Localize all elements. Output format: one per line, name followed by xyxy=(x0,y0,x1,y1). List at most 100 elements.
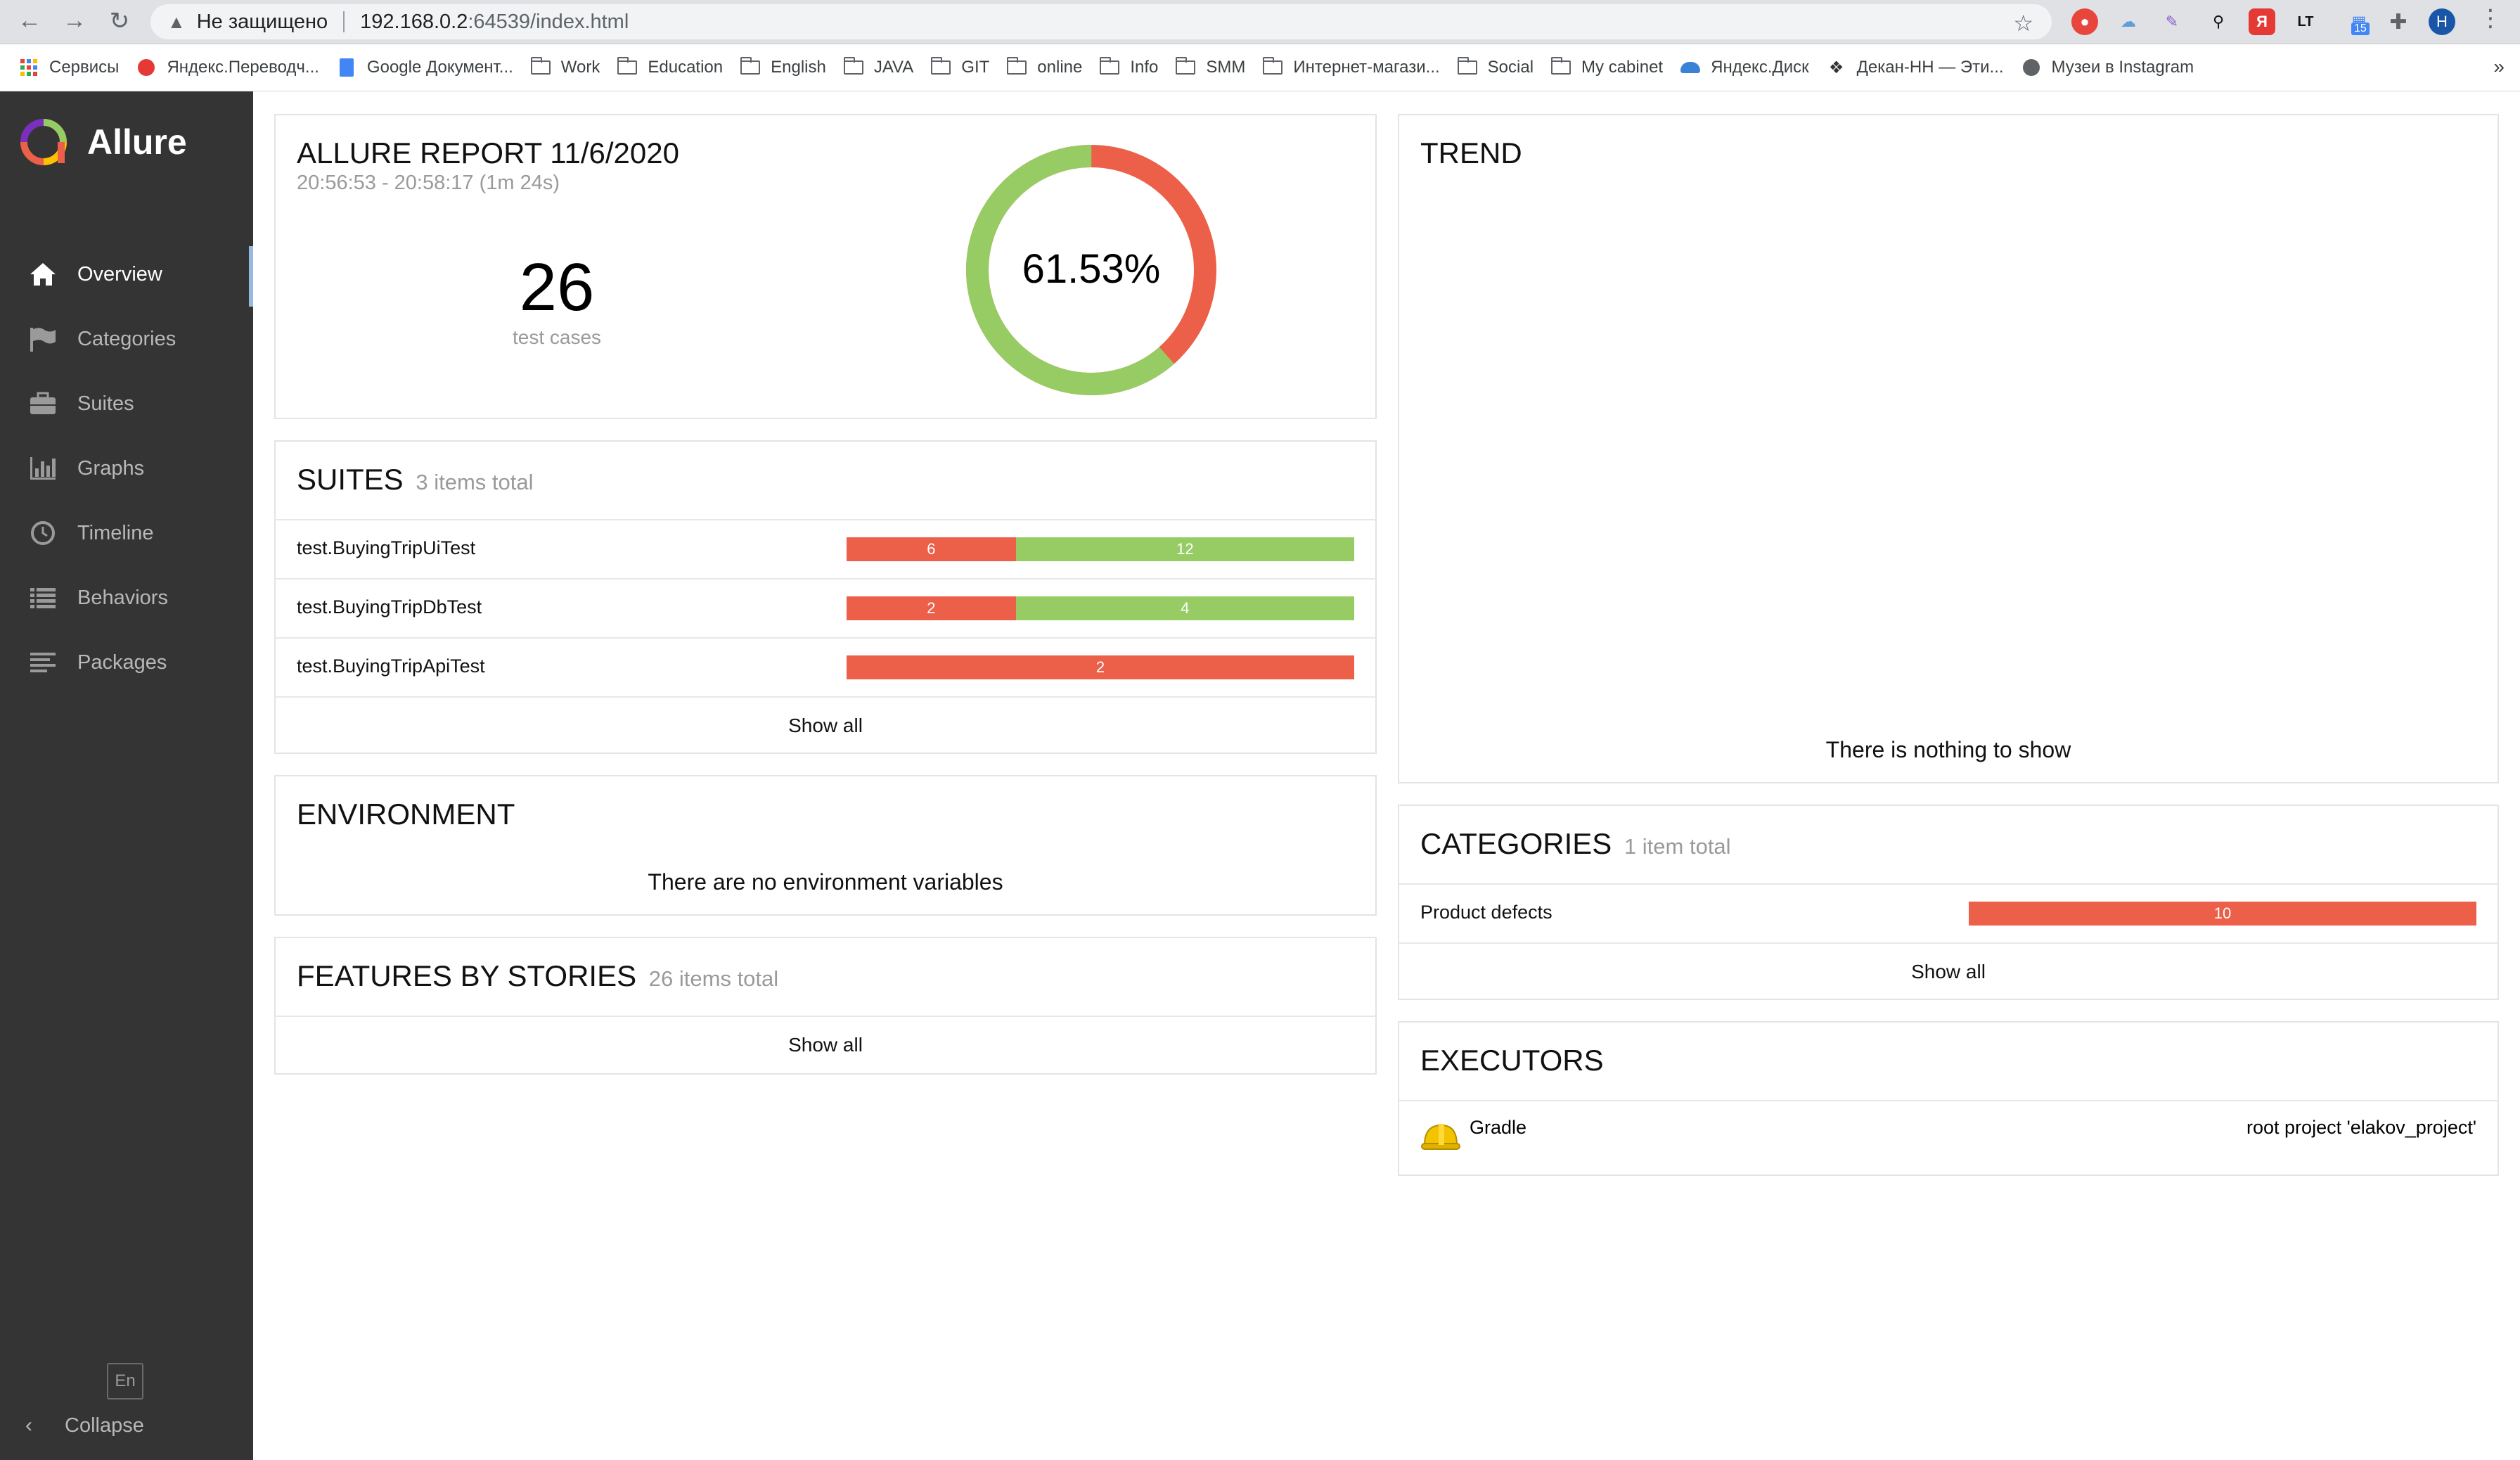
bookmark-online[interactable]: online xyxy=(1006,57,1082,77)
features-widget: FEATURES BY STORIES 26 items total Show … xyxy=(274,937,1377,1075)
bookmark-english[interactable]: English xyxy=(740,57,826,77)
suite-status-bar: 6 12 xyxy=(847,537,1354,561)
bookmark-label: Work xyxy=(560,58,600,77)
folder-icon xyxy=(1551,57,1571,75)
folder-icon xyxy=(931,57,951,75)
environment-empty-message: There are no environment variables xyxy=(648,869,1003,895)
extension-yandex-icon[interactable]: Я xyxy=(2249,8,2275,35)
bookmark-info[interactable]: Info xyxy=(1099,57,1159,77)
category-status-bar: 10 xyxy=(1969,902,2476,926)
home-icon xyxy=(25,262,60,287)
categories-subtitle: 1 item total xyxy=(1624,834,1731,859)
features-title: FEATURES BY STORIES 26 items total xyxy=(297,959,779,992)
bookmark-label: Social xyxy=(1487,58,1534,77)
language-switch-button[interactable]: En xyxy=(107,1363,143,1400)
table-row[interactable]: test.BuyingTripDbTest 24 xyxy=(276,578,1375,637)
reload-icon[interactable]: ↻ xyxy=(105,7,134,35)
extension-pen-icon[interactable]: ✎ xyxy=(2159,8,2185,35)
extension-search-icon[interactable]: ⚲ xyxy=(2205,8,2232,35)
collapse-label: Collapse xyxy=(65,1414,144,1437)
back-arrow-icon[interactable]: ← xyxy=(15,7,44,34)
bookmark-label: Яндекс.Диск xyxy=(1711,58,1809,77)
suite-status-bar: 24 xyxy=(847,596,1354,620)
bookmark-shops[interactable]: Интернет-магази... xyxy=(1262,57,1440,77)
address-separator xyxy=(343,11,345,32)
features-show-all-link[interactable]: Show all xyxy=(276,1034,1375,1056)
extension-lt-icon[interactable]: LT xyxy=(2292,8,2319,35)
suite-status-bar: 2 xyxy=(847,655,1354,679)
extension-badge: 15 xyxy=(2351,23,2370,35)
sidebar-item-behaviors[interactable]: Behaviors xyxy=(0,565,253,630)
extension-adblock-icon[interactable]: ● xyxy=(2071,8,2098,35)
folder-icon xyxy=(1176,57,1196,75)
extensions-puzzle-icon[interactable]: ✚ xyxy=(2385,8,2412,35)
app-logo[interactable]: Allure xyxy=(18,117,187,167)
bookmark-services[interactable]: Сервисы xyxy=(18,58,119,77)
executor-detail: root project 'elakov_project' xyxy=(2246,1117,2476,1138)
sidebar-item-suites[interactable]: Suites xyxy=(0,371,253,436)
folder-icon xyxy=(1263,57,1283,75)
more-bookmarks-icon[interactable]: » xyxy=(2493,56,2505,78)
test-count: 26 xyxy=(519,250,595,325)
bar-chart-icon xyxy=(25,456,60,481)
executors-title: EXECUTORS xyxy=(1420,1044,1604,1077)
failed-segment[interactable]: 10 xyxy=(1969,902,2476,926)
table-row[interactable]: Product defects 10 xyxy=(1399,883,2498,942)
failed-segment[interactable]: 2 xyxy=(847,655,1354,679)
report-time-range: 20:56:53 - 20:58:17 (1m 24s) xyxy=(297,172,560,194)
bookmark-museums[interactable]: Музеи в Instagram xyxy=(2021,58,2194,77)
bookmark-java[interactable]: JAVA xyxy=(843,57,914,77)
passed-segment[interactable]: 4 xyxy=(1015,596,1354,620)
bookmark-dekan[interactable]: ❖ Декан-НН — Эти... xyxy=(1826,58,2004,77)
bookmark-label: JAVA xyxy=(873,58,914,77)
bookmark-star-icon[interactable]: ☆ xyxy=(2013,10,2033,37)
bookmark-my-cabinet[interactable]: My cabinet xyxy=(1550,57,1663,77)
sidebar-item-categories[interactable]: Categories xyxy=(0,307,253,371)
apps-grid-icon xyxy=(18,59,39,76)
bookmark-education[interactable]: Education xyxy=(617,57,723,77)
sidebar-item-graphs[interactable]: Graphs xyxy=(0,436,253,501)
profile-avatar[interactable]: H xyxy=(2429,8,2455,35)
bookmark-label: Сервисы xyxy=(49,58,120,77)
sidebar-item-packages[interactable]: Packages xyxy=(0,630,253,695)
categories-show-all-link[interactable]: Show all xyxy=(1399,961,2498,983)
sidebar-item-overview[interactable]: Overview xyxy=(0,242,253,307)
folder-icon xyxy=(843,57,863,75)
suites-widget: SUITES 3 items total test.BuyingTripUiTe… xyxy=(274,440,1377,754)
bookmark-smm[interactable]: SMM xyxy=(1175,57,1246,77)
hard-hat-icon xyxy=(1420,1118,1461,1158)
collapse-button[interactable]: ‹ Collapse xyxy=(25,1414,144,1437)
bookmark-label: Яндекс.Переводч... xyxy=(167,58,319,77)
forward-arrow-icon[interactable]: → xyxy=(60,7,89,34)
folder-icon xyxy=(740,57,761,75)
bookmark-git[interactable]: GIT xyxy=(930,57,990,77)
address-bar[interactable]: ▲ Не защищено 192.168.0.2:64539/index.ht… xyxy=(150,4,2052,39)
bookmark-label: SMM xyxy=(1206,58,1246,77)
bookmark-label: GIT xyxy=(961,58,990,77)
table-row[interactable]: test.BuyingTripUiTest 6 12 xyxy=(276,519,1375,578)
bookmark-social[interactable]: Social xyxy=(1457,57,1534,77)
extension-cloud-icon[interactable]: ☁ xyxy=(2115,8,2142,35)
folder-icon xyxy=(617,57,638,75)
bookmark-google-docs[interactable]: Google Документ... xyxy=(336,58,513,77)
executor-row[interactable]: Gradle root project 'elakov_project' xyxy=(1399,1100,2498,1176)
trend-title: TREND xyxy=(1420,136,1522,169)
passed-segment[interactable]: 12 xyxy=(1015,537,1354,561)
browser-menu-icon[interactable]: ⋮ xyxy=(2476,4,2505,32)
bookmark-yandex-translate[interactable]: Яндекс.Переводч... xyxy=(136,58,319,77)
failed-segment[interactable]: 6 xyxy=(847,537,1016,561)
failed-segment[interactable]: 2 xyxy=(847,596,1016,620)
executor-name: Gradle xyxy=(1470,1117,1527,1138)
bookmark-yandex-disk[interactable]: Яндекс.Диск xyxy=(1680,58,1809,77)
bookmark-label: Info xyxy=(1130,58,1159,77)
suites-show-all-link[interactable]: Show all xyxy=(276,715,1375,737)
success-rate-donut[interactable]: 61.53% xyxy=(958,136,1225,404)
features-subtitle: 26 items total xyxy=(648,966,779,991)
bookmark-work[interactable]: Work xyxy=(530,57,600,77)
chevron-left-icon: ‹ xyxy=(25,1414,32,1437)
bookmark-label: Музеи в Instagram xyxy=(2051,58,2194,77)
suite-name: test.BuyingTripUiTest xyxy=(297,537,476,558)
sidebar-item-timeline[interactable]: Timeline xyxy=(0,501,253,565)
categories-footer: Show all xyxy=(1399,942,2498,1000)
table-row[interactable]: test.BuyingTripApiTest 2 xyxy=(276,637,1375,696)
